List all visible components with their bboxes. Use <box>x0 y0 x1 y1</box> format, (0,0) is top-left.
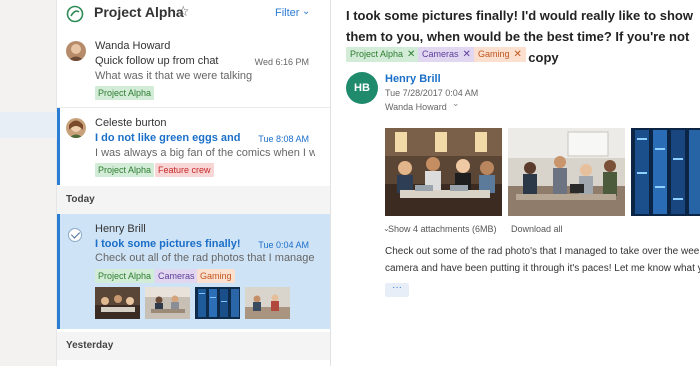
reading-pane: I took some pictures finally! I'd would … <box>331 0 700 366</box>
show-attachments-link[interactable]: Show 4 attachments (6MB) <box>388 224 497 234</box>
photo-thumbnail[interactable] <box>95 287 140 319</box>
group-header-yesterday: Yesterday <box>57 332 330 360</box>
attachment-photo[interactable] <box>385 128 502 216</box>
attachment-photo[interactable] <box>631 128 700 216</box>
folder-group-icon <box>66 5 84 23</box>
tag-project-alpha: Project Alpha <box>95 269 155 283</box>
timestamp: Wed 6:16 PM <box>254 57 309 67</box>
tag-cameras[interactable]: Cameras ✕ <box>418 47 475 62</box>
nav-selected-highlight[interactable] <box>0 112 57 138</box>
preview-text: I was always a big fan of the comics whe… <box>95 147 315 159</box>
subject-line: I do not like green eggs and <box>95 132 241 144</box>
list-header: Project Alpha ☆ Filter ⌄ <box>57 0 330 28</box>
avatar <box>66 41 86 61</box>
subject-line: Quick follow up from chat <box>95 55 219 67</box>
sender-name: Wanda Howard <box>95 40 171 52</box>
preview-text: Check out all of the rad photos that I m… <box>95 252 315 264</box>
list-item[interactable]: Celeste burton I do not like green eggs … <box>57 108 330 185</box>
tag-label: Gaming <box>478 49 510 59</box>
tag-project-alpha: Project Alpha <box>95 86 155 100</box>
sender-name[interactable]: Henry Brill <box>385 73 441 85</box>
tag-cameras: Cameras <box>155 269 198 283</box>
group-label: Today <box>66 194 95 205</box>
remove-tag-icon[interactable]: ✕ <box>463 49 471 60</box>
remove-tag-icon[interactable]: ✕ <box>407 49 415 60</box>
navigation-strip <box>0 0 57 366</box>
star-icon[interactable]: ☆ <box>177 3 190 20</box>
sender-avatar[interactable]: HB <box>346 72 378 104</box>
filter-button[interactable]: Filter <box>275 7 299 19</box>
attachment-photo[interactable] <box>508 128 625 216</box>
tag-feature-crew: Feature crew <box>155 163 214 177</box>
email-body: Check out some of the rad photo's that I… <box>385 243 700 277</box>
photo-thumbnail[interactable] <box>195 287 240 319</box>
more-options-button[interactable]: ··· <box>385 283 409 297</box>
timestamp: Tue 0:04 AM <box>258 240 309 250</box>
download-all-link[interactable]: Download all <box>511 224 563 234</box>
sent-date: Tue 7/28/2017 0:04 AM <box>385 88 479 98</box>
message-list-pane: Project Alpha ☆ Filter ⌄ Wanda Howard Qu… <box>57 0 331 366</box>
timestamp: Tue 8:08 AM <box>258 134 309 144</box>
body-line: camera and have been putting it through … <box>385 263 700 274</box>
tag-label: Cameras <box>422 49 459 59</box>
body-line: Check out some of the rad photo's that I… <box>385 246 700 257</box>
chevron-down-icon[interactable]: ⌄ <box>302 6 310 17</box>
tag-project-alpha: Project Alpha <box>95 163 155 177</box>
group-label: Yesterday <box>66 340 114 351</box>
remove-tag-icon[interactable]: ✕ <box>514 49 522 60</box>
tag-gaming: Gaming <box>197 269 235 283</box>
avatar <box>66 118 86 138</box>
group-header-today: Today <box>57 186 330 214</box>
recipient-name: Wanda Howard <box>385 102 447 112</box>
preview-text: What was it that we were talking <box>95 70 253 82</box>
sender-name: Henry Brill <box>95 223 146 235</box>
subject-line: I took some pictures finally! <box>95 238 241 250</box>
tag-label: Project Alpha <box>350 49 404 59</box>
folder-title: Project Alpha <box>94 4 184 20</box>
tag-gaming[interactable]: Gaming ✕ <box>474 47 526 62</box>
list-item[interactable]: Wanda Howard Quick follow up from chat W… <box>57 34 330 106</box>
chevron-down-icon[interactable]: ⌄ <box>452 98 460 109</box>
photo-thumbnail[interactable] <box>145 287 190 319</box>
sender-name: Celeste burton <box>95 117 167 129</box>
photo-thumbnail[interactable] <box>245 287 290 319</box>
tag-project-alpha[interactable]: Project Alpha ✕ <box>346 47 420 62</box>
